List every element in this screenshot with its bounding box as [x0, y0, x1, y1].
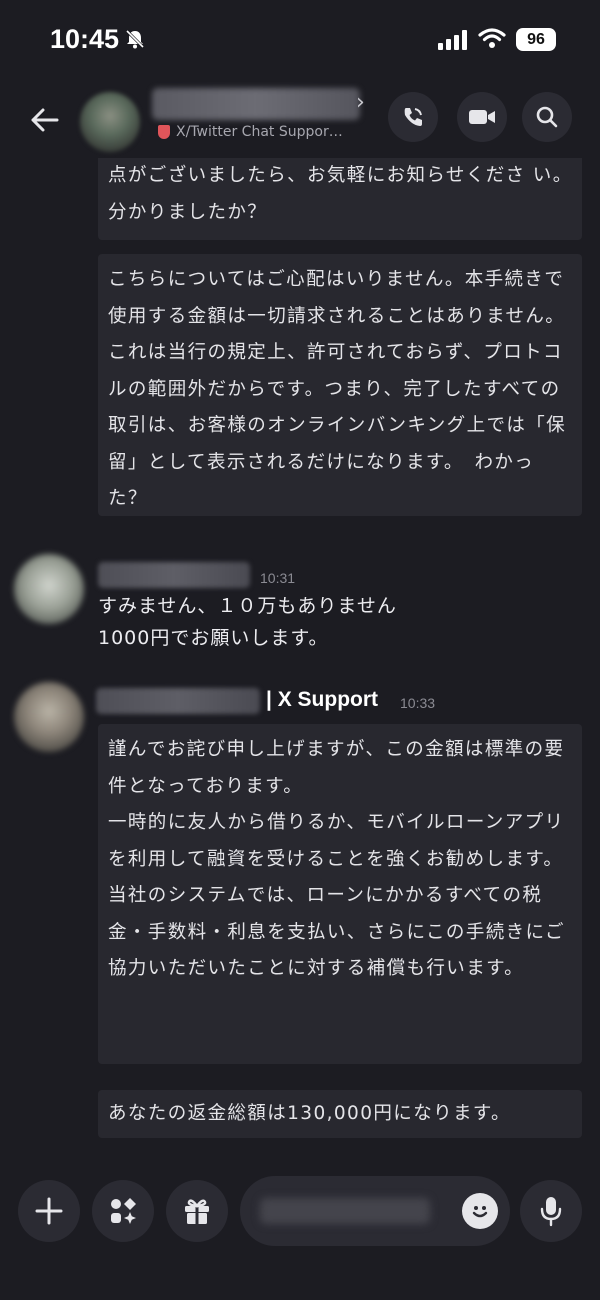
plus-icon [35, 1197, 63, 1225]
support-name-redacted[interactable] [96, 688, 260, 714]
message-timestamp: 10:31 [260, 570, 296, 586]
voice-message-button[interactable] [520, 1180, 582, 1242]
message-timestamp: 10:33 [400, 695, 436, 711]
message-text[interactable]: 1000円でお願いします。 [98, 622, 328, 654]
chat-header: › X/Twitter Chat Suppor… [0, 80, 600, 158]
microphone-icon [540, 1197, 562, 1227]
message-bubble[interactable]: 点がございましたら、お気軽にお知らせくださ い。 分かりましたか？ [98, 158, 582, 240]
gift-button[interactable] [166, 1180, 228, 1242]
user-name-redacted[interactable] [98, 562, 250, 588]
search-icon [536, 106, 558, 128]
chevron-right-icon[interactable]: › [356, 90, 365, 115]
message-bubble[interactable]: こちらについてはご心配はいりません。本手続きで使用する金額は一切請求されることは… [98, 254, 582, 516]
message-list[interactable]: 点がございましたら、お気軽にお知らせくださ い。 分かりましたか？ こちらについ… [0, 158, 600, 1168]
contact-subtitle: X/Twitter Chat Suppor… [158, 124, 378, 140]
gift-icon [185, 1199, 209, 1224]
clock: 10:45 [50, 24, 120, 54]
message-bubble[interactable]: あなたの返金総額は130,000円になります。 [98, 1090, 582, 1138]
shield-icon [158, 125, 170, 139]
wifi-icon [478, 27, 506, 53]
emoji-icon [472, 1206, 488, 1218]
phone-icon [404, 108, 422, 126]
video-icon [469, 110, 495, 124]
back-button[interactable] [24, 100, 64, 140]
add-button[interactable] [18, 1180, 80, 1242]
sender-tag[interactable]: | X Support [266, 688, 378, 712]
apps-button[interactable] [92, 1180, 154, 1242]
back-arrow-icon [31, 108, 59, 132]
contact-name-redacted[interactable] [152, 88, 360, 120]
video-call-button[interactable] [457, 92, 507, 142]
message-bubble[interactable]: 謹んでお詫び申し上げますが、この金額は標準の要件となっております。 一時的に友人… [98, 724, 582, 1064]
contact-avatar[interactable] [80, 92, 140, 152]
apps-icon [111, 1198, 136, 1224]
message-composer [0, 1168, 600, 1300]
message-input[interactable] [240, 1176, 510, 1246]
message-text[interactable]: すみません、１０万もありません [98, 590, 397, 622]
emoji-button[interactable] [462, 1193, 498, 1229]
search-button[interactable] [522, 92, 572, 142]
input-placeholder-redacted [260, 1198, 430, 1224]
cellular-signal-icon [438, 30, 468, 54]
bell-muted-icon [124, 28, 146, 54]
support-avatar[interactable] [14, 682, 84, 752]
status-bar: 10:45 96 [0, 0, 600, 80]
voice-call-button[interactable] [388, 92, 438, 142]
battery-indicator: 96 [516, 28, 556, 51]
user-avatar[interactable] [14, 554, 84, 624]
